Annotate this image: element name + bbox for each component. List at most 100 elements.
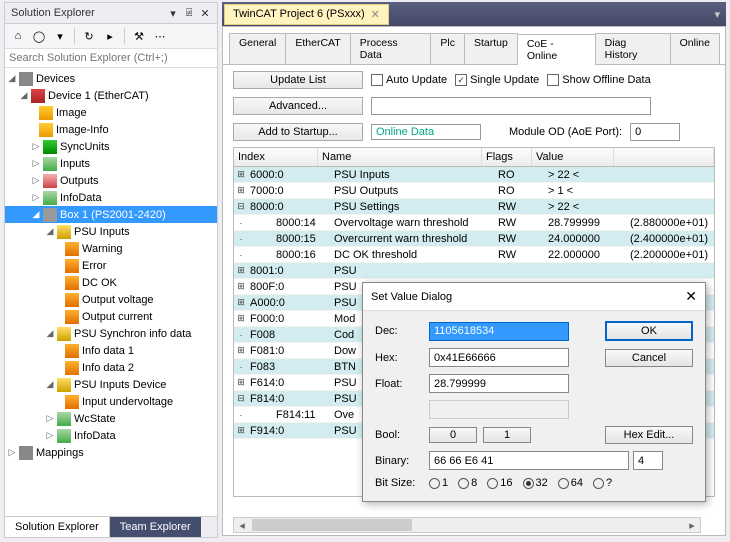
tree-dcok[interactable]: DC OK	[5, 274, 217, 291]
bitsize-radio-1[interactable]: 1	[429, 477, 448, 489]
dialog-close-icon[interactable]: ✕	[685, 288, 697, 305]
tree-psu-sync[interactable]: ◢PSU Synchron info data	[5, 325, 217, 342]
auto-update-checkbox[interactable]: Auto Update	[371, 74, 447, 86]
back-icon[interactable]: ◯	[30, 27, 48, 45]
inner-tab-coe-online[interactable]: CoE - Online	[517, 34, 596, 65]
inner-tab-ethercat[interactable]: EtherCAT	[285, 33, 350, 64]
bitsize-radio-32[interactable]: 32	[523, 477, 548, 489]
solution-tree[interactable]: ◢Devices ◢Device 1 (EtherCAT) Image Imag…	[5, 68, 217, 498]
float-input[interactable]	[429, 374, 569, 393]
scroll-right-icon[interactable]: ▸	[684, 519, 700, 532]
table-row[interactable]: ·8000:14Overvoltage warn thresholdRW28.7…	[234, 215, 714, 231]
tab-team-explorer[interactable]: Team Explorer	[110, 517, 201, 537]
tree-psu-dev[interactable]: ◢PSU Inputs Device	[5, 376, 217, 393]
tree-info1[interactable]: Info data 1	[5, 342, 217, 359]
row-expander-icon[interactable]: ·	[236, 362, 246, 372]
table-row[interactable]: ·8000:15Overcurrent warn thresholdRW24.0…	[234, 231, 714, 247]
module-od-input[interactable]	[630, 123, 680, 141]
tree-warning[interactable]: Warning	[5, 240, 217, 257]
table-row[interactable]: ⊞8001:0PSU	[234, 263, 714, 279]
show-offline-checkbox[interactable]: Show Offline Data	[547, 74, 650, 86]
tree-image-info[interactable]: Image-Info	[5, 121, 217, 138]
inner-tab-startup[interactable]: Startup	[464, 33, 518, 64]
inner-tab-general[interactable]: General	[229, 33, 286, 64]
horizontal-scrollbar[interactable]: ◂ ▸	[233, 517, 701, 533]
cancel-button[interactable]: Cancel	[605, 349, 693, 367]
tree-syncunits[interactable]: ▷SyncUnits	[5, 138, 217, 155]
row-expander-icon[interactable]: ⊞	[236, 185, 246, 196]
tree-infodata2[interactable]: ▷InfoData	[5, 427, 217, 444]
bool-0-button[interactable]: 0	[429, 427, 477, 443]
search-input[interactable]	[5, 49, 217, 68]
col-unit[interactable]	[614, 148, 714, 166]
tree-wcstate[interactable]: ▷WcState	[5, 410, 217, 427]
bitsize-radio-64[interactable]: 64	[558, 477, 583, 489]
row-expander-icon[interactable]: ⊞	[236, 265, 246, 276]
tab-solution-explorer[interactable]: Solution Explorer	[5, 517, 110, 537]
row-expander-icon[interactable]: ·	[236, 330, 246, 340]
properties-icon[interactable]: ⚒	[130, 27, 148, 45]
binary-len-input[interactable]	[633, 451, 663, 470]
inner-tab-diag-history[interactable]: Diag History	[595, 33, 671, 64]
row-expander-icon[interactable]: ·	[236, 410, 246, 420]
col-value[interactable]: Value	[532, 148, 614, 166]
tree-psu-inputs[interactable]: ◢PSU Inputs	[5, 223, 217, 240]
ok-button[interactable]: OK	[605, 321, 693, 341]
scroll-thumb[interactable]	[252, 519, 412, 531]
row-expander-icon[interactable]: ⊟	[236, 201, 246, 212]
table-row[interactable]: ⊟8000:0PSU SettingsRW> 22 <	[234, 199, 714, 215]
row-expander-icon[interactable]: ·	[236, 218, 246, 228]
bool-1-button[interactable]: 1	[483, 427, 531, 443]
pin-icon[interactable]: ⍯	[183, 7, 195, 19]
tree-devices[interactable]: ◢Devices	[5, 70, 217, 87]
tree-info2[interactable]: Info data 2	[5, 359, 217, 376]
dialog-title-bar[interactable]: Set Value Dialog ✕	[363, 283, 705, 311]
hex-input[interactable]	[429, 348, 569, 367]
binary-input[interactable]	[429, 451, 629, 470]
advanced-button[interactable]: Advanced...	[233, 97, 363, 115]
col-name[interactable]: Name	[318, 148, 482, 166]
tree-inputs[interactable]: ▷Inputs	[5, 155, 217, 172]
tree-mappings[interactable]: ▷Mappings	[5, 444, 217, 461]
tree-error[interactable]: Error	[5, 257, 217, 274]
row-expander-icon[interactable]: ⊞	[236, 169, 246, 180]
update-list-button[interactable]: Update List	[233, 71, 363, 89]
col-index[interactable]: Index	[234, 148, 318, 166]
refresh-icon[interactable]: ↻	[80, 27, 98, 45]
forward-icon[interactable]: ▾	[51, 27, 69, 45]
tree-image[interactable]: Image	[5, 104, 217, 121]
single-update-checkbox[interactable]: ✓Single Update	[455, 74, 539, 86]
row-expander-icon[interactable]: ⊞	[236, 345, 246, 356]
tree-undervolt[interactable]: Input undervoltage	[5, 393, 217, 410]
inner-tab-process-data[interactable]: Process Data	[350, 33, 432, 64]
row-expander-icon[interactable]: ·	[236, 234, 246, 244]
bitsize-radio-?[interactable]: ?	[593, 477, 612, 489]
row-expander-icon[interactable]: ⊞	[236, 281, 246, 292]
tree-infodata[interactable]: ▷InfoData	[5, 189, 217, 206]
tab-overflow-icon[interactable]: ▾	[714, 8, 720, 21]
row-expander-icon[interactable]: ⊞	[236, 425, 246, 436]
close-icon[interactable]: ✕	[199, 7, 211, 19]
dec-input[interactable]	[429, 322, 569, 341]
show-icon[interactable]: ⋯	[151, 27, 169, 45]
inner-tab-plc[interactable]: Plc	[430, 33, 465, 64]
col-flags[interactable]: Flags	[482, 148, 532, 166]
table-row[interactable]: ⊞7000:0PSU OutputsRO> 1 <	[234, 183, 714, 199]
scroll-left-icon[interactable]: ◂	[234, 519, 250, 532]
row-expander-icon[interactable]: ⊟	[236, 393, 246, 404]
tree-box1[interactable]: ◢Box 1 (PS2001-2420)	[5, 206, 217, 223]
row-expander-icon[interactable]: ⊞	[236, 313, 246, 324]
hex-edit-button[interactable]: Hex Edit...	[605, 426, 693, 444]
dropdown-icon[interactable]: ▾	[167, 7, 179, 19]
home-icon[interactable]: ⌂	[9, 27, 27, 45]
tree-device1[interactable]: ◢Device 1 (EtherCAT)	[5, 87, 217, 104]
bitsize-radio-16[interactable]: 16	[487, 477, 512, 489]
row-expander-icon[interactable]: ⊞	[236, 377, 246, 388]
collapse-icon[interactable]: ▸	[101, 27, 119, 45]
add-startup-button[interactable]: Add to Startup...	[233, 123, 363, 141]
row-expander-icon[interactable]: ⊞	[236, 297, 246, 308]
inner-tab-online[interactable]: Online	[670, 33, 720, 64]
row-expander-icon[interactable]: ·	[236, 250, 246, 260]
table-row[interactable]: ⊞6000:0PSU InputsRO> 22 <	[234, 167, 714, 183]
tree-outputs[interactable]: ▷Outputs	[5, 172, 217, 189]
